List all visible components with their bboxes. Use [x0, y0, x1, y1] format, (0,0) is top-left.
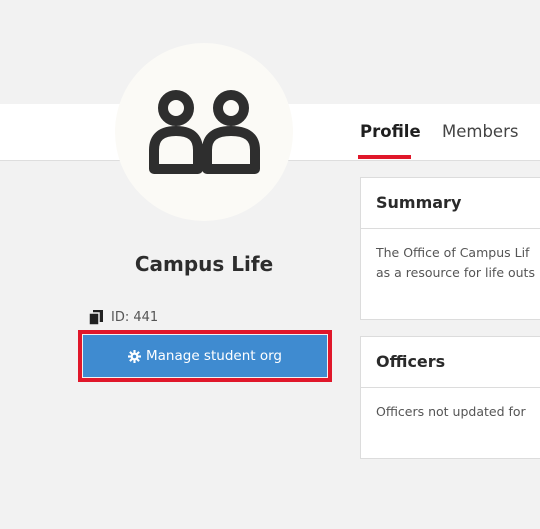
- summary-body: The Office of Campus Lif as a resource f…: [361, 229, 540, 283]
- manage-button-label: Manage student org: [146, 348, 282, 364]
- org-name: Campus Life: [134, 252, 274, 276]
- tab-profile[interactable]: Profile: [360, 122, 421, 141]
- summary-title: Summary: [361, 178, 540, 229]
- active-tab-indicator: [358, 155, 411, 159]
- summary-line: as a resource for life outs: [376, 265, 535, 280]
- tab-members[interactable]: Members: [442, 122, 518, 141]
- officers-title: Officers: [361, 337, 540, 388]
- copy-icon[interactable]: [89, 309, 103, 325]
- manage-student-org-button[interactable]: Manage student org: [83, 335, 327, 377]
- officers-card: Officers Officers not updated for: [360, 336, 540, 459]
- org-id: ID: 441: [89, 307, 158, 327]
- officers-body: Officers not updated for: [376, 404, 526, 419]
- summary-line: The Office of Campus Lif: [376, 245, 530, 260]
- org-id-label: ID: 441: [111, 309, 159, 325]
- people-group-icon: [149, 90, 260, 174]
- org-avatar: [115, 43, 293, 221]
- gear-icon: [128, 349, 142, 363]
- summary-card: Summary The Office of Campus Lif as a re…: [360, 177, 540, 320]
